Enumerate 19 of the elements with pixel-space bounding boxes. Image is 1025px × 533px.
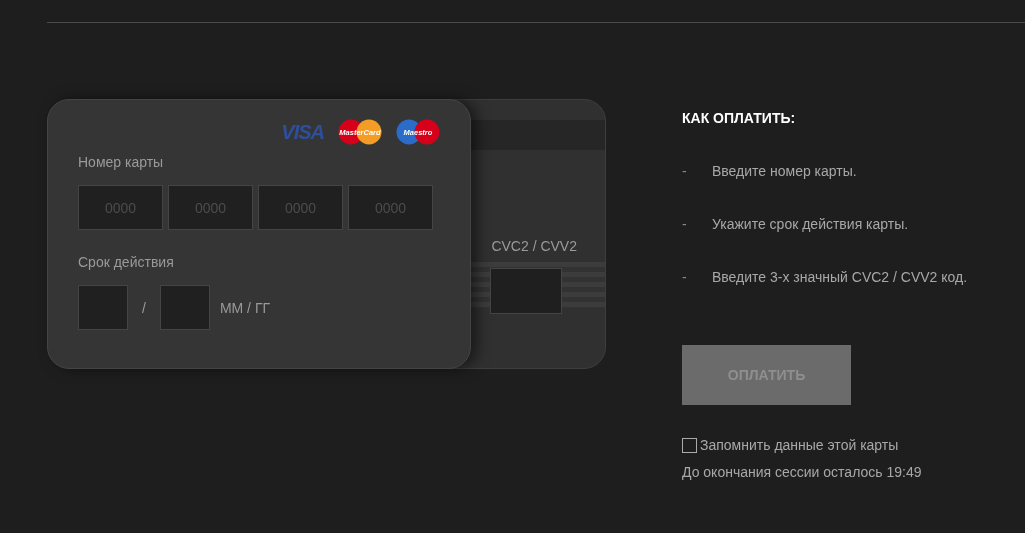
expiry-label: Срок действия <box>78 254 175 270</box>
step-bullet: - <box>682 163 688 179</box>
remember-label: Запомнить данные этой карты <box>700 437 899 453</box>
remember-checkbox[interactable] <box>682 437 697 453</box>
session-timer-text: До окончания сессии осталось 19:49 <box>682 464 923 480</box>
card-number-label: Номер карты <box>78 154 165 170</box>
instructions-title: КАК ОПЛАТИТЬ: <box>682 110 797 126</box>
step-text: Введите 3-х значный CVC2 / CVV2 код. <box>712 269 968 285</box>
cvc-field[interactable] <box>490 268 562 314</box>
step-bullet: - <box>682 269 688 285</box>
visa-logo: VISA <box>281 120 324 144</box>
step-text: Введите номер карты. <box>712 163 857 179</box>
step-bullet: - <box>682 216 688 232</box>
cvc-label: CVC2 / CVV2 <box>491 238 577 254</box>
month-field[interactable] <box>78 285 128 330</box>
expiry-separator: / <box>142 299 146 316</box>
expiry-hint: ММ / ГГ <box>219 299 271 316</box>
step-text: Укажите срок действия карты. <box>712 216 909 232</box>
year-field[interactable] <box>159 285 210 330</box>
